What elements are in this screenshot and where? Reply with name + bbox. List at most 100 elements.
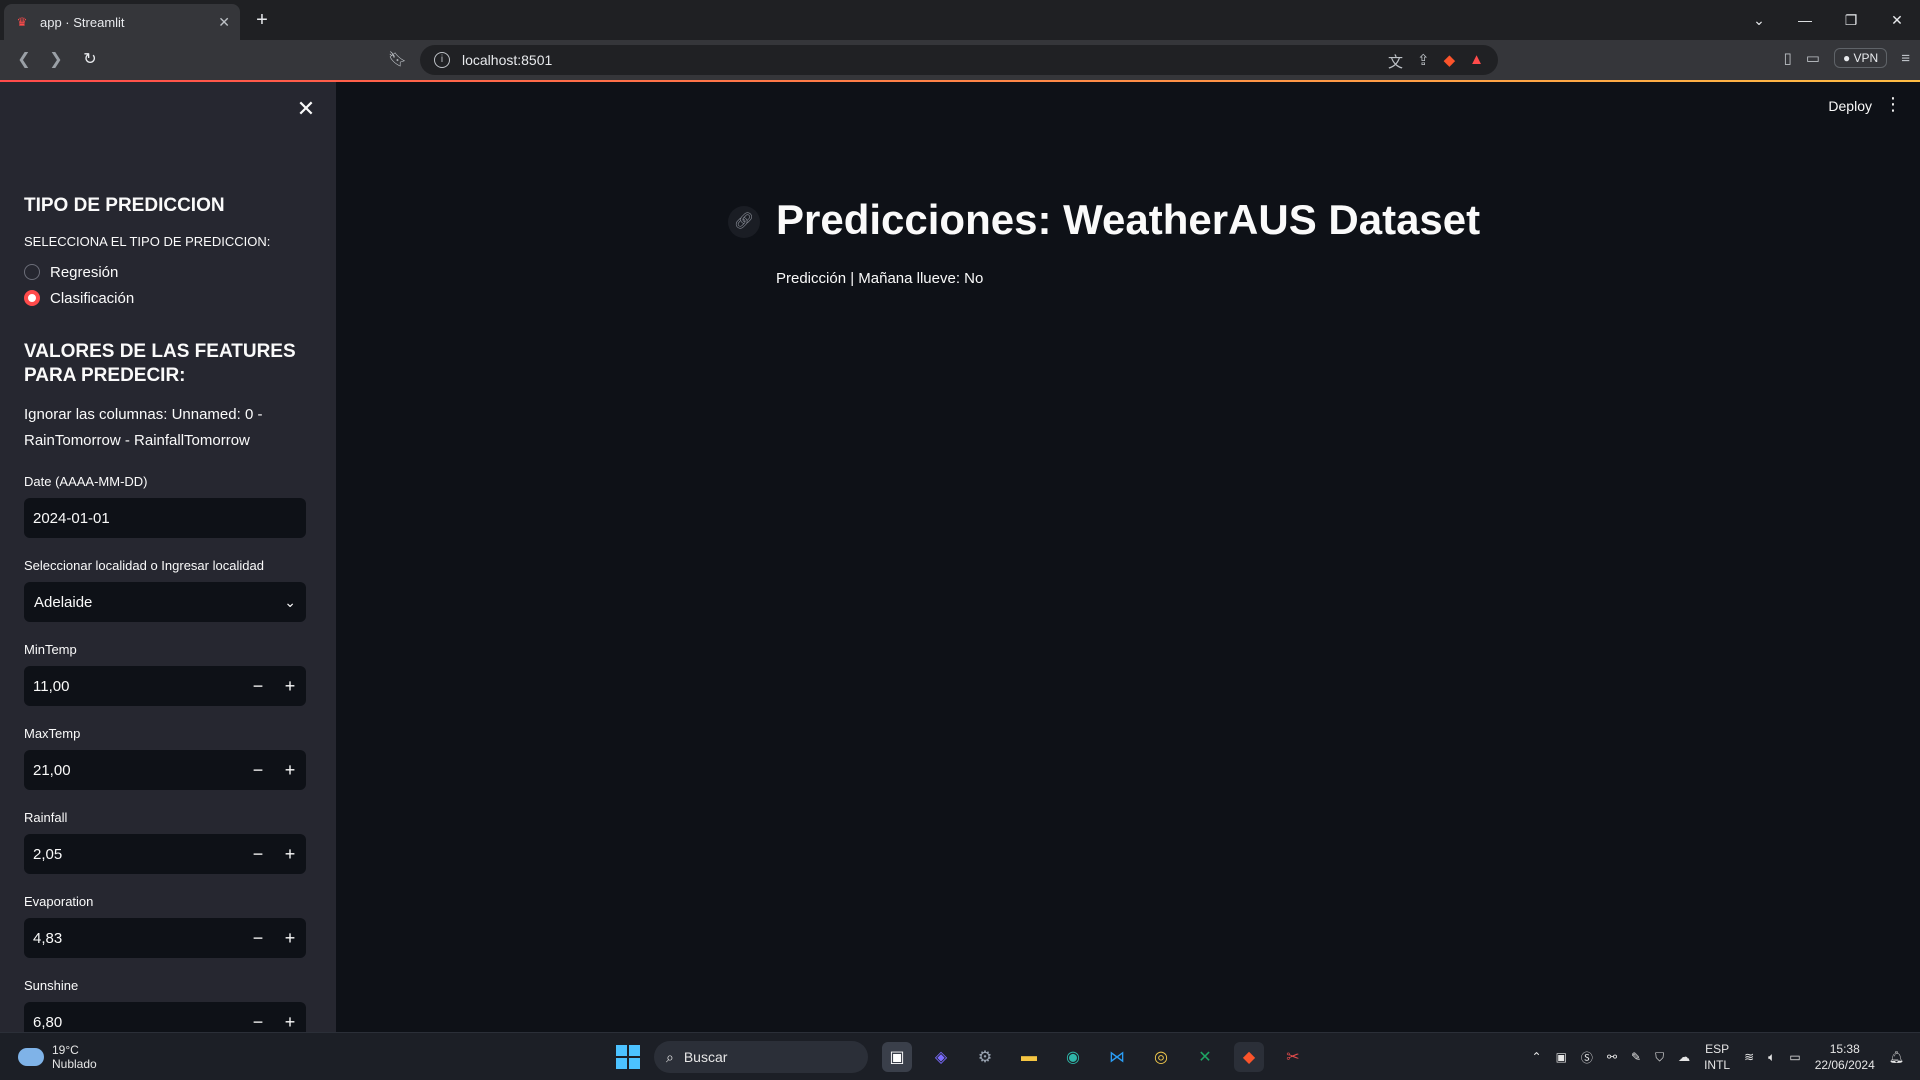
battery-icon[interactable]: ▭	[1789, 1050, 1800, 1064]
number-input-maxtemp[interactable]: 21,00 − +	[24, 750, 306, 790]
section-title-features: VALORES DE LAS FEATURES PARA PREDECIR:	[24, 341, 296, 386]
location-label: Seleccionar localidad o Ingresar localid…	[24, 558, 264, 573]
number-value[interactable]: 6,80	[24, 1014, 242, 1031]
number-value[interactable]: 11,00	[24, 678, 242, 695]
number-value[interactable]: 4,83	[24, 930, 242, 947]
system-tray: ⌃ ▣ Ⓢ ⚯ ✎ ⛉ ☁ ESP INTL ≋ 🔈︎ ▭ 15:38 22/0…	[1532, 1041, 1904, 1073]
snipping-tool-icon[interactable]: ✂	[1278, 1042, 1308, 1072]
decrement-button[interactable]: −	[242, 676, 274, 697]
deploy-button[interactable]: Deploy	[1828, 98, 1872, 114]
streamlit-favicon-icon: ♛	[16, 15, 28, 29]
decrement-button[interactable]: −	[242, 844, 274, 865]
taskbar-search[interactable]: ⌕ Buscar	[654, 1041, 868, 1073]
wallet-icon[interactable]: ▭	[1806, 49, 1820, 67]
url-text: localhost:8501	[462, 52, 553, 68]
minimize-button[interactable]: —	[1782, 12, 1828, 28]
increment-button[interactable]: +	[274, 928, 306, 949]
decrement-button[interactable]: −	[242, 1012, 274, 1033]
date-value: 2024-01-01	[33, 509, 110, 527]
number-value[interactable]: 21,00	[24, 762, 242, 779]
taskbar: 19°C Nublado ⌕ Buscar ▣ ◈ ⚙ ▬ ◉ ⋈ ◎ ✕ ◆ …	[0, 1032, 1920, 1080]
location-value: Adelaide	[34, 593, 93, 611]
close-sidebar-icon[interactable]: ✕	[296, 96, 316, 122]
page-title: Predicciones: WeatherAUS Dataset	[776, 196, 1481, 243]
vpn-label: VPN	[1853, 51, 1879, 65]
tab-title: app · Streamlit	[40, 14, 125, 30]
reload-button[interactable]: ↻	[78, 48, 102, 72]
tray-app-icon-2[interactable]: ⚯	[1607, 1050, 1617, 1064]
number-value[interactable]: 2,05	[24, 846, 242, 863]
radio-regresion[interactable]: Regresión	[24, 263, 306, 281]
number-input-rainfall[interactable]: 2,05 − +	[24, 834, 306, 874]
tray-app-icon[interactable]: ▣	[1556, 1050, 1567, 1064]
excel-icon[interactable]: ✕	[1190, 1042, 1220, 1072]
new-tab-button[interactable]: +	[250, 8, 274, 32]
share-icon[interactable]: ⇪	[1417, 51, 1430, 72]
browser-menu-icon[interactable]: ≡	[1901, 50, 1910, 67]
section-title-prediction-type: TIPO DE PREDICCION	[24, 195, 225, 216]
site-info-icon[interactable]: i	[434, 52, 450, 68]
search-placeholder: Buscar	[683, 1049, 728, 1065]
decrement-button[interactable]: −	[242, 760, 274, 781]
close-window-button[interactable]: ✕	[1874, 12, 1920, 29]
number-label-evaporation: Evaporation	[24, 894, 94, 909]
file-explorer-icon[interactable]: ▬	[1014, 1042, 1044, 1072]
increment-button[interactable]: +	[274, 676, 306, 697]
decrement-button[interactable]: −	[242, 928, 274, 949]
onedrive-cloud-icon[interactable]: ☁	[1678, 1050, 1690, 1064]
weather-desc: Nublado	[52, 1057, 97, 1071]
number-label-maxtemp: MaxTemp	[24, 726, 81, 741]
increment-button[interactable]: +	[274, 844, 306, 865]
radio-clasificacion[interactable]: Clasificación	[24, 289, 306, 307]
location-select[interactable]: Adelaide ⌄	[24, 582, 306, 622]
vpn-button[interactable]: ● VPN	[1833, 48, 1888, 68]
weather-temp: 19°C	[52, 1043, 79, 1057]
main-menu-icon[interactable]: ⋮	[1884, 94, 1902, 115]
search-icon: ⌕	[666, 1048, 674, 1065]
defender-icon[interactable]: ⛉	[1655, 1050, 1664, 1065]
sidebar-toggle-icon[interactable]: ▯	[1784, 49, 1792, 67]
number-input-sunshine[interactable]: 6,80 − +	[24, 1002, 306, 1032]
copilot-icon[interactable]: ◈	[926, 1042, 956, 1072]
radio-group-label: SELECCIONA EL TIPO DE PREDICCION:	[24, 234, 271, 249]
forward-button[interactable]: ❯	[44, 48, 68, 72]
chrome-icon[interactable]: ◎	[1146, 1042, 1176, 1072]
edge-browser-icon[interactable]: ◉	[1058, 1042, 1088, 1072]
wifi-icon[interactable]: ≋	[1744, 1050, 1754, 1064]
tab-search-icon[interactable]: ⌄	[1736, 12, 1782, 29]
radio-label: Clasificación	[50, 289, 135, 307]
sidebar: ✕ TIPO DE PREDICCION SELECCIONA EL TIPO …	[0, 82, 336, 1032]
radio-unchecked-icon	[24, 264, 40, 280]
increment-button[interactable]: +	[274, 1012, 306, 1033]
translate-icon[interactable]: 文	[1388, 51, 1403, 72]
task-view-icon[interactable]: ▣	[882, 1042, 912, 1072]
close-tab-icon[interactable]: ✕	[218, 14, 230, 31]
bookmark-icon[interactable]: 🔖︎	[388, 50, 407, 68]
address-bar[interactable]: i localhost:8501 文 ⇪ ◆ ▲	[420, 45, 1498, 75]
notification-bell-icon[interactable]: 🔔︎	[1889, 1050, 1904, 1064]
volume-icon[interactable]: 🔈︎	[1768, 1050, 1775, 1065]
number-input-evaporation[interactable]: 4,83 − +	[24, 918, 306, 958]
skype-icon[interactable]: Ⓢ	[1581, 1049, 1593, 1066]
anchor-link-icon[interactable]: 🔗︎	[728, 206, 760, 238]
number-input-mintemp[interactable]: 11,00 − +	[24, 666, 306, 706]
settings-gear-icon[interactable]: ⚙	[970, 1042, 1000, 1072]
vscode-icon[interactable]: ⋈	[1102, 1042, 1132, 1072]
restore-button[interactable]: ❐	[1828, 12, 1874, 29]
date-input[interactable]: 2024-01-01	[24, 498, 306, 538]
weather-widget[interactable]: 19°C Nublado	[18, 1043, 97, 1071]
ignore-columns-note: Ignorar las columnas: Unnamed: 0 - RainT…	[24, 406, 263, 449]
radio-label: Regresión	[50, 263, 119, 281]
clock-time: 15:38	[1829, 1042, 1860, 1056]
pen-icon[interactable]: ✎	[1631, 1050, 1641, 1064]
windows-start-icon[interactable]	[616, 1045, 640, 1069]
browser-tab[interactable]: ♛ app · Streamlit ✕	[4, 4, 240, 40]
language-indicator[interactable]: ESP INTL	[1704, 1041, 1730, 1073]
brave-shields-icon[interactable]: ◆	[1444, 51, 1456, 72]
brave-icon[interactable]: ◆	[1234, 1042, 1264, 1072]
increment-button[interactable]: +	[274, 760, 306, 781]
brave-rewards-icon[interactable]: ▲	[1469, 51, 1484, 72]
chevron-up-icon[interactable]: ⌃	[1532, 1050, 1542, 1064]
clock[interactable]: 15:38 22/06/2024	[1815, 1041, 1875, 1073]
back-button[interactable]: ❮	[12, 48, 36, 72]
